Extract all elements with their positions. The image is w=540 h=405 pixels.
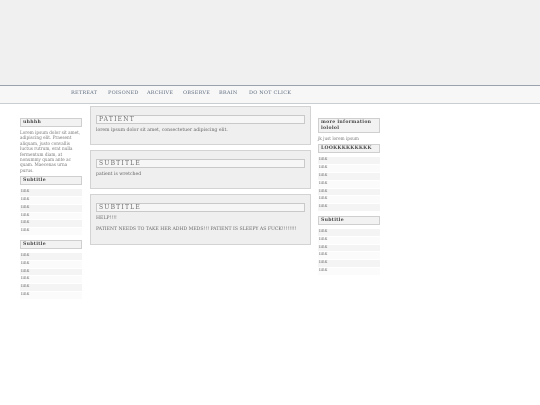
sidebar-text: jk just lorem ipsum [318,136,359,141]
right-sidebar: more information lololol jk just lorem i… [318,118,380,276]
sidebar-link[interactable]: link [20,284,82,293]
nav-link-observe[interactable]: OBSERVE [183,90,210,96]
post-body: HELP!!!! PATIENT NEEDS TO TAKE HER ADHD … [96,216,305,233]
post: SUBTITLE patient is wretched [90,150,311,189]
sidebar-link[interactable]: link [318,236,380,245]
sidebar-link[interactable]: link [20,189,82,198]
sidebar-link[interactable]: link [318,165,380,173]
sidebar-block-title: Subtitle [20,240,82,250]
sidebar-link[interactable]: link [318,228,380,237]
sidebar-link[interactable]: link [20,276,82,285]
sidebar-block-title: uhhhh [20,118,82,127]
sidebar-link[interactable]: link [20,268,82,277]
sidebar-block-title: Subtitle [20,176,82,186]
sidebar-link[interactable]: link [318,196,380,205]
sidebar-link[interactable]: link [20,253,82,261]
post-text: patient is wretched [96,172,142,177]
post-text: PATIENT NEEDS TO TAKE HER ADHD MEDS!!! P… [96,227,297,232]
sidebar-block-title: Subtitle [318,215,380,225]
post-body: lorem ipsum dolor sit amet, consectetuer… [96,128,305,134]
sidebar-link[interactable]: link [318,244,380,253]
post-title: PATIENT [96,115,305,124]
sidebar-block-title: LOOKKKKKKKKK [318,144,380,154]
post: PATIENT lorem ipsum dolor sit amet, cons… [90,106,311,145]
nav-link-do-not-click[interactable]: DO NOT CLICK [249,90,291,96]
sidebar-link[interactable]: link [20,197,82,205]
post-title: SUBTITLE [96,159,305,168]
sidebar-link[interactable]: link [318,260,380,268]
nav-bar: RETREAT POISONED ARCHIVE OBSERVE BRAIN D… [0,85,540,104]
sidebar-link[interactable]: link [318,188,380,197]
post-body: patient is wretched [96,172,305,178]
sidebar-link[interactable]: link [20,212,82,221]
post-title: SUBTITLE [96,203,305,212]
sidebar-link[interactable]: link [318,157,380,166]
nav-link-retreat[interactable]: RETREAT [71,90,97,96]
post: SUBTITLE HELP!!!! PATIENT NEEDS TO TAKE … [90,194,311,245]
sidebar-link[interactable]: link [20,204,82,213]
sidebar-link[interactable]: link [20,260,82,269]
header-banner [0,0,540,85]
nav-link-poisoned[interactable]: POISONED [108,90,139,96]
left-sidebar: uhhhh Lorem ipsum dolor sit amet, adipis… [20,118,82,300]
sidebar-link[interactable]: link [318,204,380,212]
sidebar-block-title: more information lololol [318,118,380,133]
sidebar-link[interactable]: link [318,267,380,276]
nav-link-brain[interactable]: BRAIN [219,90,237,96]
sidebar-link[interactable]: link [20,292,82,300]
sidebar-link[interactable]: link [20,228,82,237]
sidebar-link[interactable]: link [20,220,82,229]
sidebar-text: Lorem ipsum dolor sit amet, adipiscing e… [20,130,81,173]
sidebar-link[interactable]: link [318,180,380,189]
post-text: lorem ipsum dolor sit amet, consectetuer… [96,128,228,133]
sidebar-link[interactable]: link [318,252,380,261]
post-text: HELP!!!! [96,216,117,221]
nav-link-archive[interactable]: ARCHIVE [147,90,173,96]
sidebar-link[interactable]: link [318,173,380,181]
